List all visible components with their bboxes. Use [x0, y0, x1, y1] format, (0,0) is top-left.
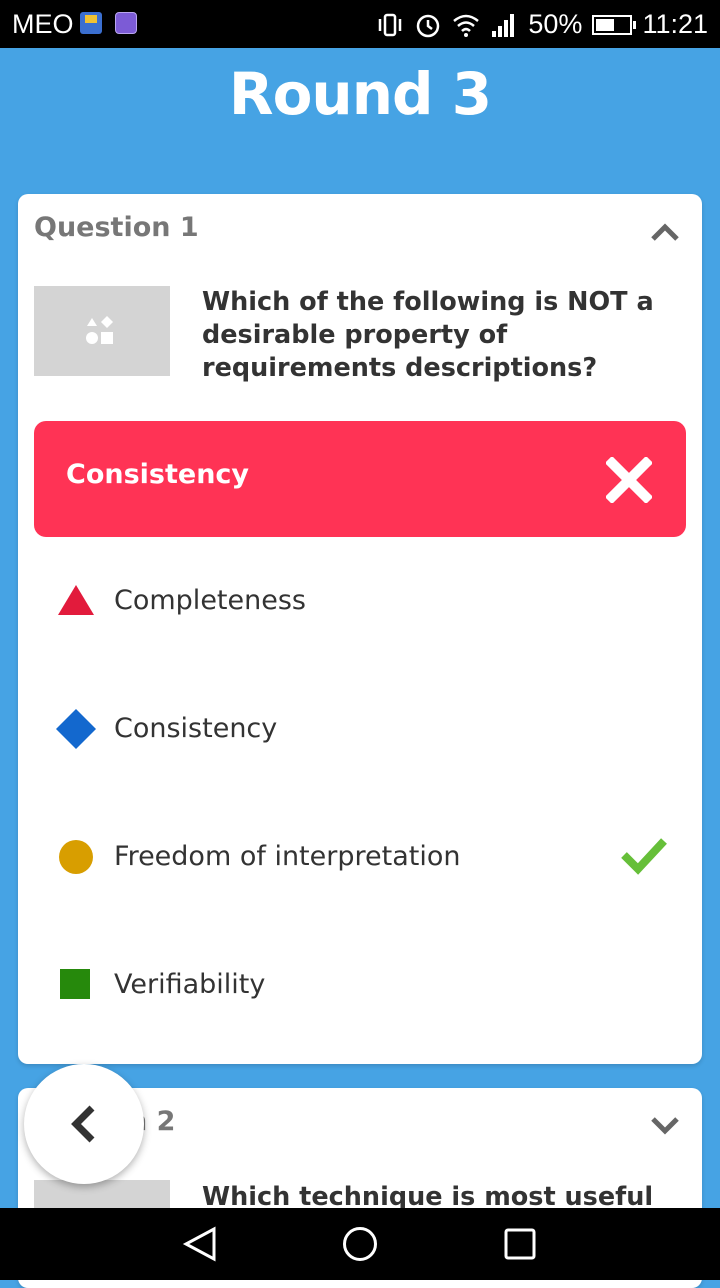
option-freedom-of-interpretation: Freedom of interpretation — [18, 827, 702, 887]
round-title: Round 3 — [228, 60, 492, 128]
shapes-icon — [86, 316, 113, 344]
diamond-icon — [56, 709, 96, 749]
option-label: Verifiability — [114, 969, 266, 1000]
chevron-left-icon — [71, 1105, 95, 1143]
option-completeness: Completeness — [18, 571, 702, 631]
battery-percent: 50% — [528, 9, 583, 39]
nav-recents-icon[interactable] — [502, 1226, 538, 1262]
navigation-bar — [0, 1208, 720, 1280]
gallery-icon — [115, 12, 137, 34]
selected-answer-label: Consistency — [66, 459, 250, 490]
clock: 11:21 — [642, 9, 708, 39]
back-button[interactable] — [24, 1064, 144, 1184]
option-label: Completeness — [114, 585, 306, 616]
question-text: Which of the following is NOT a desirabl… — [202, 287, 654, 383]
selected-answer-bar: Consistency — [34, 421, 686, 537]
battery-icon — [592, 14, 637, 35]
triangle-icon — [58, 585, 94, 615]
vibrate-icon — [379, 13, 402, 36]
app-notification-icon — [80, 12, 102, 34]
incorrect-x-icon — [606, 457, 652, 503]
circle-icon — [59, 840, 93, 874]
nav-home-icon[interactable] — [342, 1226, 378, 1262]
option-verifiability: Verifiability — [18, 955, 702, 1015]
nav-back-icon[interactable] — [182, 1226, 218, 1262]
question-heading: Question 1 — [34, 212, 199, 243]
correct-check-icon — [621, 838, 667, 875]
chevron-up-icon[interactable] — [650, 222, 680, 242]
question-image-placeholder — [34, 286, 170, 376]
question-card-1: Question 1 Which of the following is NOT… — [18, 194, 702, 1064]
square-icon — [60, 969, 90, 999]
signal-icon — [492, 13, 515, 37]
option-label: Freedom of interpretation — [114, 841, 461, 872]
chevron-down-icon[interactable] — [650, 1116, 680, 1136]
wifi-icon — [453, 14, 480, 37]
alarm-icon — [417, 14, 440, 37]
carrier-name: MEO — [12, 9, 74, 39]
option-label: Consistency — [114, 713, 278, 744]
status-bar: MEO 50% 11:21 — [0, 0, 720, 48]
option-consistency: Consistency — [18, 699, 702, 759]
